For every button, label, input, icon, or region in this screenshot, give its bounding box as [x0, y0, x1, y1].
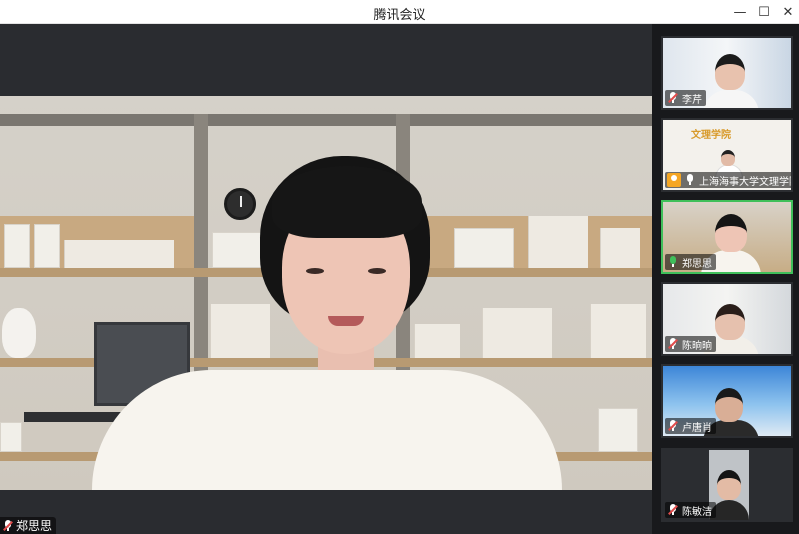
shelf-beam: [0, 114, 652, 126]
mic-speaking-icon: [667, 256, 679, 268]
mic-muted-icon: [667, 338, 679, 350]
participant-name: 上海海事大学文理学院: [699, 176, 793, 188]
speaker-bangs: [272, 166, 422, 238]
speaker-eye: [306, 268, 324, 274]
participant-head: [717, 470, 741, 500]
participant-tile[interactable]: 卢唐肖: [661, 364, 793, 438]
participant-head: [715, 54, 745, 90]
participant-label: 卢唐肖: [665, 418, 716, 434]
participant-tile[interactable]: 陈晌晌: [661, 282, 793, 356]
speaker-shirt: [92, 370, 562, 490]
participant-label: 郑思思: [665, 254, 716, 270]
mic-on-icon: [684, 174, 696, 186]
college-banner: 文理学院: [691, 130, 731, 141]
participant-label: 上海海事大学文理学院: [665, 172, 793, 188]
storage-box: [4, 224, 30, 268]
title-bar: 腾讯会议 — ☐ ✕: [0, 0, 799, 24]
mic-muted-icon: [667, 92, 679, 104]
close-button[interactable]: ✕: [774, 0, 799, 24]
window-title: 腾讯会议: [373, 8, 426, 23]
participant-label: 陈敏洁: [665, 502, 716, 518]
participant-head: [715, 304, 745, 340]
participant-name: 陈晌晌: [682, 340, 712, 352]
participant-tile-active[interactable]: 郑思思: [661, 200, 793, 274]
participant-label: 李芹: [665, 90, 706, 106]
participant-tile[interactable]: 文理学院 上海海事大学文理学院: [661, 118, 793, 192]
participant-sidebar[interactable]: 李芹 文理学院 上海海事大学文理学院 郑思思 陈晌晌 卢唐肖 陈敏洁: [652, 24, 799, 534]
storage-box: [34, 224, 60, 268]
participant-head: [715, 388, 743, 422]
speaker-eye: [368, 268, 386, 274]
participant-head: [721, 150, 735, 166]
main-speaker-label: 郑思思: [0, 517, 57, 534]
book-row: [590, 304, 646, 358]
book-stack: [600, 228, 640, 268]
participant-name: 李芹: [682, 94, 702, 106]
participant-name: 陈敏洁: [682, 506, 712, 518]
mic-muted-icon: [667, 420, 679, 432]
storage-box: [598, 408, 638, 452]
participant-name: 卢唐肖: [682, 422, 712, 434]
participant-head: [715, 214, 747, 252]
host-icon: [667, 173, 681, 187]
main-speaker-name: 郑思思: [16, 519, 53, 533]
participant-tile[interactable]: 李芹: [661, 36, 793, 110]
mic-muted-icon: [2, 519, 14, 532]
participant-name: 郑思思: [682, 258, 712, 270]
participant-label: 陈晌晌: [665, 336, 716, 352]
speaker-mouth: [328, 316, 364, 326]
storage-box: [0, 422, 22, 452]
mic-muted-icon: [667, 504, 679, 516]
participant-tile[interactable]: 陈敏洁: [661, 448, 793, 522]
vase: [2, 308, 36, 358]
main-stage: 郑思思: [0, 24, 652, 534]
speaker-figure: [92, 156, 562, 490]
main-video[interactable]: [0, 96, 652, 490]
